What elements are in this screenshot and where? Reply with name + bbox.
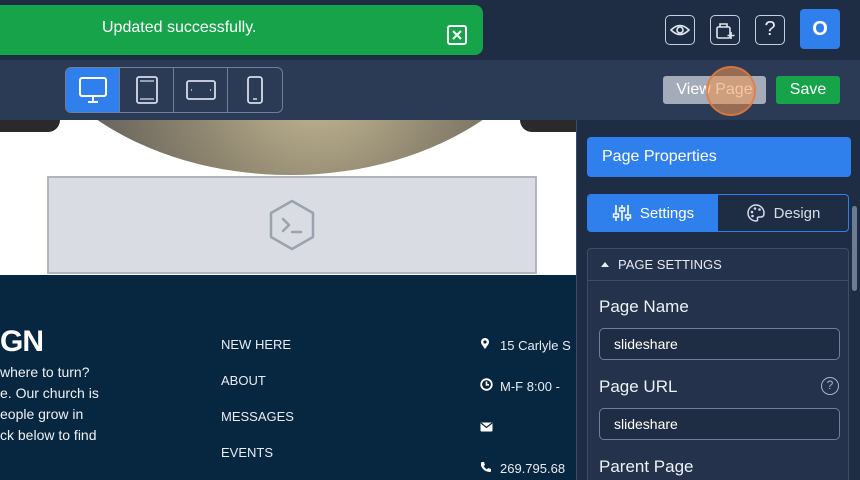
mobile-view-button[interactable]	[228, 68, 282, 112]
preview-eye-icon[interactable]	[665, 15, 695, 45]
footer-link-about[interactable]: ABOUT	[221, 373, 266, 388]
help-button[interactable]: ?	[755, 15, 785, 45]
footer-hours: M-F 8:00 -	[480, 378, 560, 394]
properties-panel: Page Properties Settings Design PAGE SET…	[576, 120, 860, 480]
footer-brand: GN	[0, 325, 44, 358]
panel-tabs: Settings Design	[587, 194, 849, 232]
toast-message: Updated successfully.	[102, 19, 257, 36]
footer-link-messages[interactable]: MESSAGES	[221, 409, 294, 424]
footer-about-line: e. Our church is	[0, 385, 99, 401]
desktop-view-button[interactable]	[66, 68, 120, 112]
view-page-button[interactable]: View Page	[663, 76, 766, 104]
footer-email[interactable]	[480, 420, 500, 435]
parent-page-label: Parent Page	[599, 457, 694, 476]
mobile-icon	[247, 76, 263, 104]
footer-about-line: eople grow in	[0, 406, 84, 422]
page-settings-section: PAGE SETTINGS Page Name Page URL ? Paren…	[587, 248, 849, 480]
footer-about-line: where to turn?	[0, 364, 90, 380]
footer-hours-text: M-F 8:00 -	[500, 379, 560, 394]
sliders-icon	[612, 205, 632, 221]
palette-icon	[746, 204, 765, 222]
add-store-icon[interactable]	[710, 15, 740, 45]
collapse-caret-icon	[601, 262, 609, 267]
tablet-landscape-view-button[interactable]	[174, 68, 228, 112]
tablet-landscape-icon	[185, 80, 216, 100]
footer-link-events[interactable]: EVENTS	[221, 445, 273, 460]
section-toggle[interactable]: PAGE SETTINGS	[588, 249, 848, 281]
page-canvas[interactable]: GN where to turn? e. Our church is eople…	[0, 120, 576, 480]
clock-icon	[480, 378, 500, 394]
tab-design-label: Design	[773, 204, 821, 222]
site-footer: GN where to turn? e. Our church is eople…	[0, 275, 576, 480]
footer-link-new-here[interactable]: NEW HERE	[221, 337, 291, 352]
hero-edge-left	[0, 120, 60, 132]
user-avatar[interactable]: O	[800, 9, 840, 49]
panel-scrollbar[interactable]	[852, 206, 857, 291]
footer-about-line: ck below to find	[0, 427, 97, 443]
page-url-label: Page URL	[599, 377, 678, 396]
tab-design[interactable]: Design	[718, 195, 848, 231]
save-button[interactable]: Save	[776, 76, 840, 104]
tab-settings[interactable]: Settings	[588, 195, 718, 231]
success-toast: Updated successfully.	[0, 5, 483, 55]
tab-settings-label: Settings	[639, 204, 695, 222]
panel-title: Page Properties	[587, 137, 851, 177]
desktop-icon	[78, 77, 107, 103]
toast-close-icon[interactable]	[447, 25, 467, 45]
code-icon	[269, 199, 315, 251]
hero-edge-right	[520, 120, 576, 132]
top-bar: Updated successfully. ? O	[0, 0, 860, 60]
footer-address: 15 Carlyle S	[480, 337, 571, 353]
phone-icon	[480, 461, 500, 476]
help-icon: ?	[764, 18, 776, 40]
device-switcher	[65, 67, 283, 113]
help-circle-icon[interactable]: ?	[821, 377, 839, 395]
footer-address-text: 15 Carlyle S	[500, 338, 571, 353]
section-title: PAGE SETTINGS	[618, 257, 722, 272]
envelope-icon	[480, 420, 500, 435]
tablet-icon	[135, 76, 158, 104]
page-name-input[interactable]	[599, 328, 840, 360]
footer-phone[interactable]: 269.795.68	[480, 461, 565, 476]
page-url-input[interactable]	[599, 408, 840, 440]
page-name-label: Page Name	[599, 297, 689, 316]
hero-image	[15, 120, 565, 175]
footer-phone-text: 269.795.68	[500, 461, 566, 476]
tablet-view-button[interactable]	[120, 68, 174, 112]
map-pin-icon	[480, 337, 500, 353]
custom-code-block[interactable]	[47, 176, 537, 274]
